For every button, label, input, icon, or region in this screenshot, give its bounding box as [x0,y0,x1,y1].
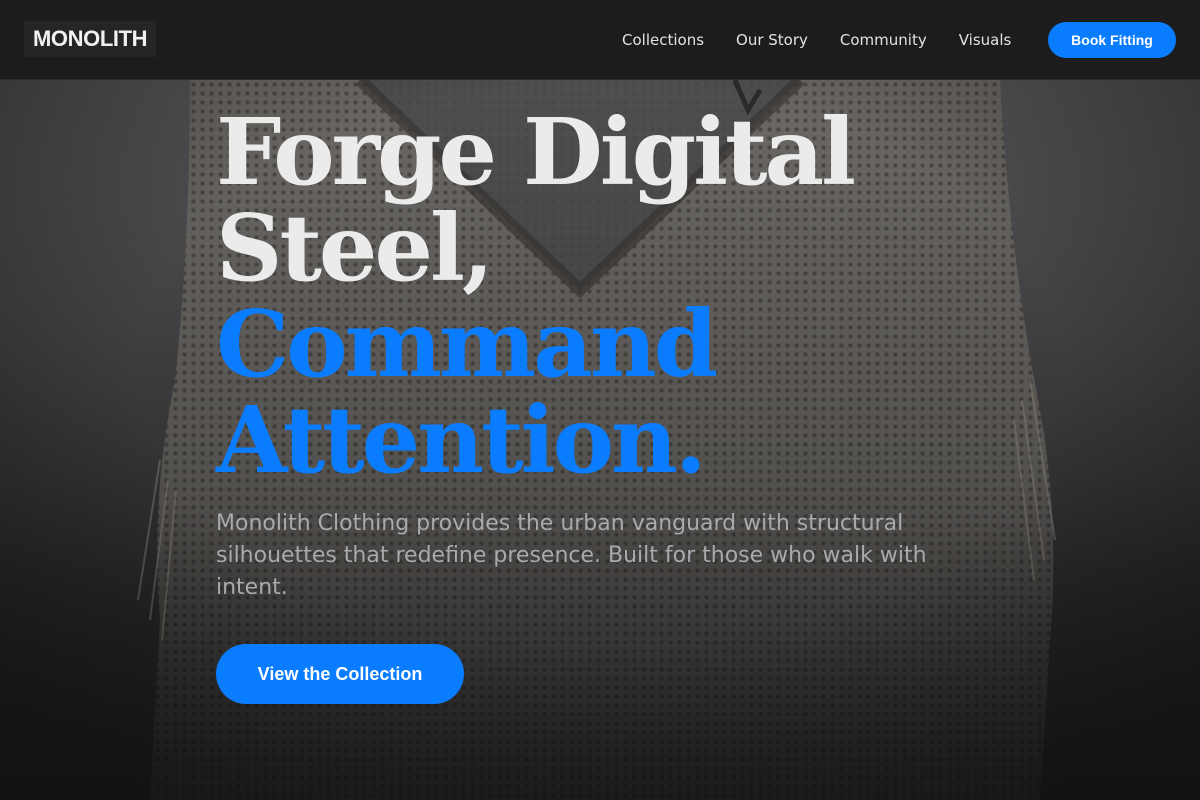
view-collection-button[interactable]: View the Collection [216,644,464,704]
hero-headline-line-4: Attention. [216,386,707,494]
book-fitting-button[interactable]: Book Fitting [1048,22,1176,58]
nav-link-visuals[interactable]: Visuals [959,31,1012,49]
hero-headline-line-3: Command [216,290,718,398]
nav-link-our-story[interactable]: Our Story [736,31,808,49]
hero-headline-line-1: Forge Digital [216,98,856,206]
nav-link-collections[interactable]: Collections [622,31,704,49]
hero-headline-line-2: Steel, [216,194,494,302]
site-header: MONOLITH Collections Our Story Community… [0,0,1200,80]
main-navigation: Collections Our Story Community Visuals [622,0,1043,80]
brand-logo[interactable]: MONOLITH [24,21,157,57]
nav-link-community[interactable]: Community [840,31,927,49]
hero-description: Monolith Clothing provides the urban van… [216,511,927,600]
hero-headline: Forge Digital Steel, Command Attention. [216,98,856,494]
